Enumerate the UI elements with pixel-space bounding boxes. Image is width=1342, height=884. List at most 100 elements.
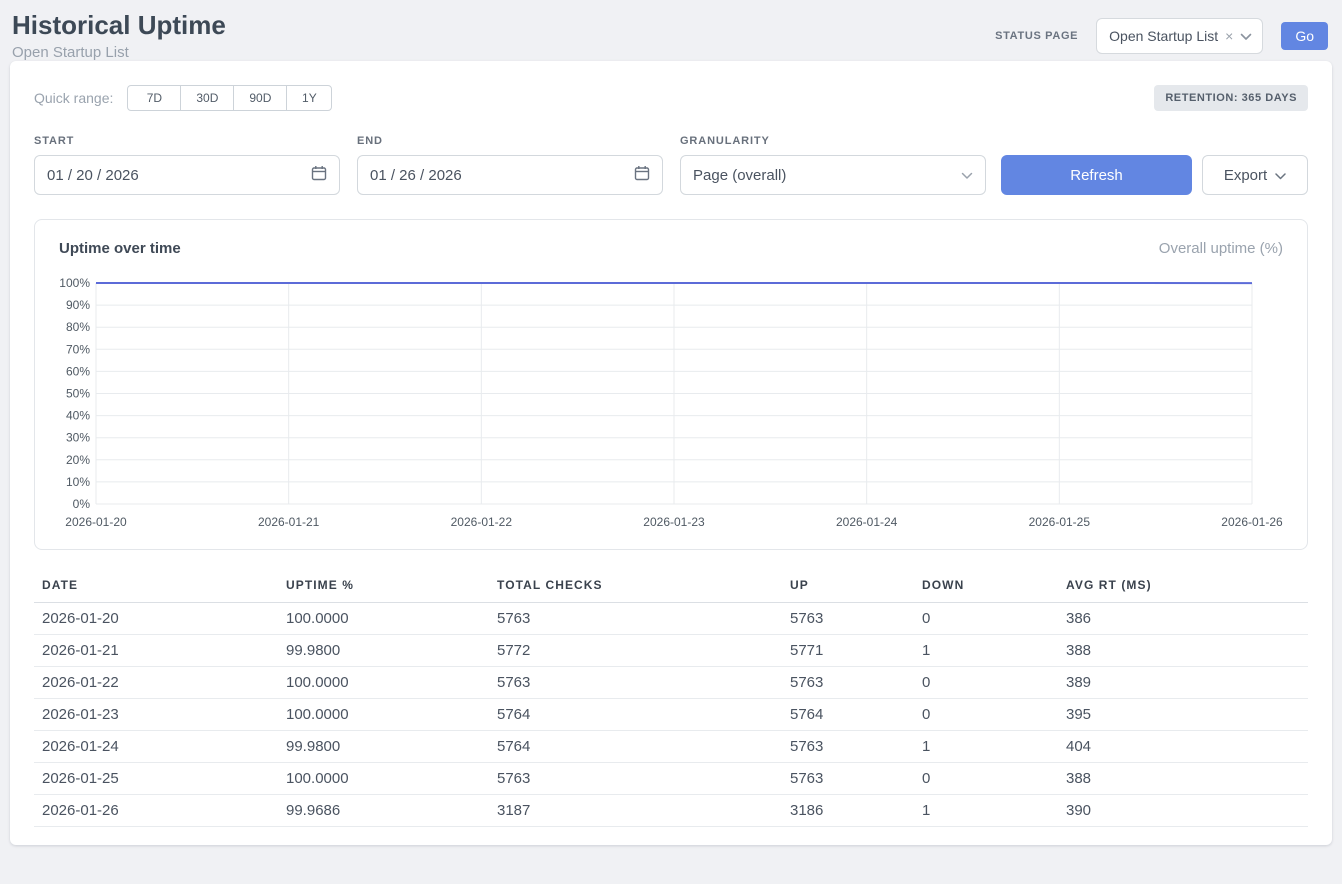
y-tick-label: 0%	[73, 497, 91, 511]
y-tick-label: 80%	[66, 320, 90, 334]
table-cell: 5763	[782, 667, 914, 699]
granularity-label: GRANULARITY	[680, 135, 986, 147]
table-row: 2026-01-2699.9686318731861390	[34, 795, 1308, 827]
table-cell: 99.9686	[278, 795, 489, 827]
export-button[interactable]: Export	[1202, 155, 1308, 195]
table-cell: 1	[914, 731, 1058, 763]
y-tick-label: 100%	[59, 276, 90, 290]
table-cell: 0	[914, 763, 1058, 795]
x-tick-label: 2026-01-24	[836, 515, 898, 529]
quick-range-row: Quick range: 7D30D90D1Y RETENTION: 365 D…	[34, 85, 1308, 111]
chevron-down-icon	[1275, 167, 1286, 184]
table-cell: 5771	[782, 635, 914, 667]
retention-badge: RETENTION: 365 DAYS	[1154, 85, 1308, 111]
refresh-button[interactable]: Refresh	[1001, 155, 1192, 195]
quick-range-label: Quick range:	[34, 90, 113, 106]
table-cell: 388	[1058, 635, 1308, 667]
table-cell: 5772	[489, 635, 782, 667]
status-page-label: STATUS PAGE	[995, 30, 1078, 42]
chart-legend: Overall uptime (%)	[1159, 240, 1283, 257]
end-date-field-wrap: END 01 / 26 / 2026	[357, 135, 663, 195]
x-tick-label: 2026-01-23	[643, 515, 705, 529]
table-row: 2026-01-22100.0000576357630389	[34, 667, 1308, 699]
quick-range-90d[interactable]: 90D	[233, 85, 287, 111]
status-page-select[interactable]: Open Startup List ×	[1096, 18, 1263, 54]
uptime-chart: 0%10%20%30%40%50%60%70%80%90%100%2026-01…	[35, 271, 1307, 539]
chart-panel: Uptime over time Overall uptime (%) 0% 10…	[34, 219, 1308, 550]
y-tick-label: 20%	[66, 453, 90, 467]
column-header: UP	[782, 568, 914, 603]
table-cell: 404	[1058, 731, 1308, 763]
x-tick-label: 2026-01-21	[258, 515, 320, 529]
table-cell: 99.9800	[278, 635, 489, 667]
y-tick-label: 30%	[66, 431, 90, 445]
y-tick-label: 40%	[66, 409, 90, 423]
table-cell: 0	[914, 667, 1058, 699]
table-cell: 2026-01-25	[34, 763, 278, 795]
table-cell: 5764	[489, 699, 782, 731]
table-cell: 5764	[489, 731, 782, 763]
chevron-down-icon	[1240, 28, 1252, 44]
main-card: Quick range: 7D30D90D1Y RETENTION: 365 D…	[10, 61, 1332, 845]
x-tick-label: 2026-01-26	[1221, 515, 1283, 529]
column-header: DATE	[34, 568, 278, 603]
table-cell: 389	[1058, 667, 1308, 699]
calendar-icon[interactable]	[311, 165, 327, 185]
column-header: DOWN	[914, 568, 1058, 603]
table-row: 2026-01-2499.9800576457631404	[34, 731, 1308, 763]
y-tick-label: 90%	[66, 298, 90, 312]
export-button-label: Export	[1224, 167, 1267, 184]
table-cell: 2026-01-23	[34, 699, 278, 731]
table-cell: 5763	[782, 603, 914, 635]
table-cell: 2026-01-26	[34, 795, 278, 827]
table-cell: 2026-01-20	[34, 603, 278, 635]
table-row: 2026-01-23100.0000576457640395	[34, 699, 1308, 731]
end-date-input[interactable]: 01 / 26 / 2026	[357, 155, 663, 195]
table-cell: 3187	[489, 795, 782, 827]
table-cell: 395	[1058, 699, 1308, 731]
table-cell: 5763	[489, 603, 782, 635]
table-cell: 99.9800	[278, 731, 489, 763]
table-header-row: DATEUPTIME %TOTAL CHECKSUPDOWNAVG RT (MS…	[34, 568, 1308, 603]
granularity-select[interactable]: Page (overall)	[680, 155, 986, 195]
y-tick-label: 60%	[66, 365, 90, 379]
start-date-input[interactable]: 01 / 20 / 2026	[34, 155, 340, 195]
start-date-label: START	[34, 135, 340, 147]
table-cell: 390	[1058, 795, 1308, 827]
page-header: Historical Uptime Open Startup List STAT…	[0, 0, 1342, 61]
table-cell: 388	[1058, 763, 1308, 795]
page-subtitle: Open Startup List	[12, 44, 226, 61]
table-cell: 100.0000	[278, 763, 489, 795]
table-cell: 1	[914, 635, 1058, 667]
quick-range-30d[interactable]: 30D	[180, 85, 234, 111]
start-date-field-wrap: START 01 / 20 / 2026	[34, 135, 340, 195]
clear-icon[interactable]: ×	[1225, 28, 1233, 44]
granularity-value: Page (overall)	[693, 167, 786, 184]
table-cell: 2026-01-24	[34, 731, 278, 763]
table-cell: 100.0000	[278, 699, 489, 731]
table-body: 2026-01-20100.00005763576303862026-01-21…	[34, 603, 1308, 827]
chart-title: Uptime over time	[59, 240, 181, 257]
x-tick-label: 2026-01-20	[65, 515, 127, 529]
quick-range-1y[interactable]: 1Y	[286, 85, 332, 111]
filter-form-row: START 01 / 20 / 2026 END 01 / 26 / 2026 …	[34, 135, 1308, 195]
chart-header: Uptime over time Overall uptime (%)	[35, 240, 1307, 257]
header-controls: STATUS PAGE Open Startup List × Go	[995, 18, 1328, 54]
calendar-icon[interactable]	[634, 165, 650, 185]
end-date-value: 01 / 26 / 2026	[370, 167, 462, 184]
go-button[interactable]: Go	[1281, 22, 1328, 50]
y-tick-label: 70%	[66, 342, 90, 356]
table-cell: 100.0000	[278, 603, 489, 635]
table-cell: 5763	[782, 731, 914, 763]
quick-range-7d[interactable]: 7D	[127, 85, 181, 111]
y-tick-label: 50%	[66, 387, 90, 401]
table-cell: 3186	[782, 795, 914, 827]
table-cell: 0	[914, 603, 1058, 635]
status-page-select-value: Open Startup List	[1109, 28, 1218, 44]
table-cell: 1	[914, 795, 1058, 827]
table-cell: 5763	[782, 763, 914, 795]
chevron-down-icon	[961, 167, 973, 184]
table-cell: 386	[1058, 603, 1308, 635]
column-header: TOTAL CHECKS	[489, 568, 782, 603]
table-cell: 5763	[489, 763, 782, 795]
